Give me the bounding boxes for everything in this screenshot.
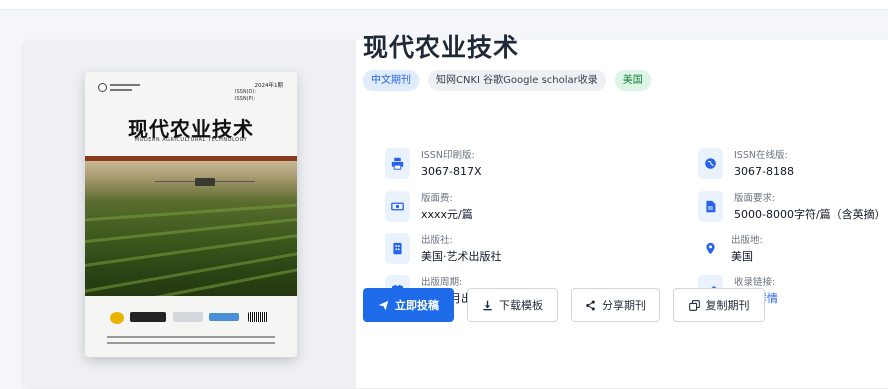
info-publisher: 出版社: 美国·艺术出版社 <box>385 233 502 265</box>
journal-cover-image[interactable]: 2024年1期 ISSN(O): ISSN(P): 现代农业技术 MODERN … <box>85 72 297 357</box>
journal-tags: 中文期刊 知网CNKI 谷歌Google scholar收录 美国 <box>363 70 651 91</box>
copy-journal-button[interactable]: 复制期刊 <box>673 288 765 322</box>
issn-print-value: 3067-817X <box>421 165 482 178</box>
info-requirement: 版面要求: 5000-8000字符/篇（含英摘） <box>698 191 886 223</box>
share-journal-button[interactable]: 分享期刊 <box>571 288 660 322</box>
cover-logo-text <box>110 84 140 86</box>
location-pin-icon <box>698 233 723 264</box>
copy-icon <box>688 299 700 311</box>
share-journal-label: 分享期刊 <box>602 299 646 312</box>
cover-year: 2024年1期 <box>254 83 284 89</box>
cover-issn-print: ISSN(P): <box>235 96 256 102</box>
cover-publisher-logo <box>98 83 107 92</box>
doi-badge <box>110 312 124 324</box>
download-template-button[interactable]: 下载模板 <box>467 288 558 322</box>
submit-button[interactable]: 立即投稿 <box>363 288 454 322</box>
tractor <box>195 178 215 186</box>
fee-value: xxxx元/篇 <box>421 208 473 221</box>
cc-license-badge <box>130 312 166 322</box>
tag-language: 中文期刊 <box>363 70 419 91</box>
cover-farm-photo <box>85 161 297 317</box>
printer-icon <box>385 148 410 179</box>
fee-label: 版面费: <box>421 193 453 204</box>
publisher-value: 美国·艺术出版社 <box>421 250 502 263</box>
info-location: 出版地: 美国 <box>698 233 763 265</box>
crop-row <box>85 202 297 223</box>
building-icon <box>385 233 410 264</box>
cover-subtitle: MODERN AGRICULTURAL TECHNOLOGY <box>134 137 248 143</box>
issn-print-label: ISSN印刷版: <box>421 150 475 161</box>
barcode <box>248 312 268 322</box>
info-issn-print: ISSN印刷版: 3067-817X <box>385 148 482 180</box>
cover-panel: 2024年1期 ISSN(O): ISSN(P): 现代农业技术 MODERN … <box>22 40 356 388</box>
send-icon <box>378 300 389 310</box>
issn-online-label: ISSN在线版: <box>734 150 788 161</box>
cover-issn-online: ISSN(O): <box>235 89 257 95</box>
location-value: 美国 <box>731 250 753 263</box>
cover-footer <box>85 296 297 357</box>
publisher-label: 出版社: <box>421 235 453 246</box>
info-issn-online: ISSN在线版: 3067-8188 <box>698 148 794 180</box>
cover-logo-subtext <box>110 89 132 91</box>
copy-journal-label: 复制期刊 <box>705 299 750 312</box>
journal-title: 现代农业技术 <box>363 33 520 62</box>
download-icon <box>483 300 492 310</box>
requirement-label: 版面要求: <box>734 193 776 204</box>
download-template-label: 下载模板 <box>499 299 543 312</box>
requirement-value: 5000-8000字符/篇（含英摘） <box>734 208 886 221</box>
submit-button-label: 立即投稿 <box>395 299 439 312</box>
issn-online-value: 3067-8188 <box>734 165 794 178</box>
location-label: 出版地: <box>731 235 763 246</box>
index-logo <box>173 312 203 322</box>
tag-indexing: 知网CNKI 谷歌Google scholar收录 <box>428 70 606 91</box>
cover-footer-text <box>107 342 275 344</box>
crossref-badge <box>209 313 239 321</box>
action-buttons: 立即投稿 下载模板 分享期刊 复制期刊 <box>363 288 765 322</box>
share-icon <box>586 300 595 310</box>
document-icon <box>698 191 723 222</box>
top-bar <box>0 0 888 10</box>
money-icon <box>385 191 410 222</box>
globe-icon <box>698 148 723 179</box>
info-fee: 版面费: xxxx元/篇 <box>385 191 473 223</box>
tag-country: 美国 <box>614 70 651 91</box>
cover-footer-text <box>107 336 275 338</box>
